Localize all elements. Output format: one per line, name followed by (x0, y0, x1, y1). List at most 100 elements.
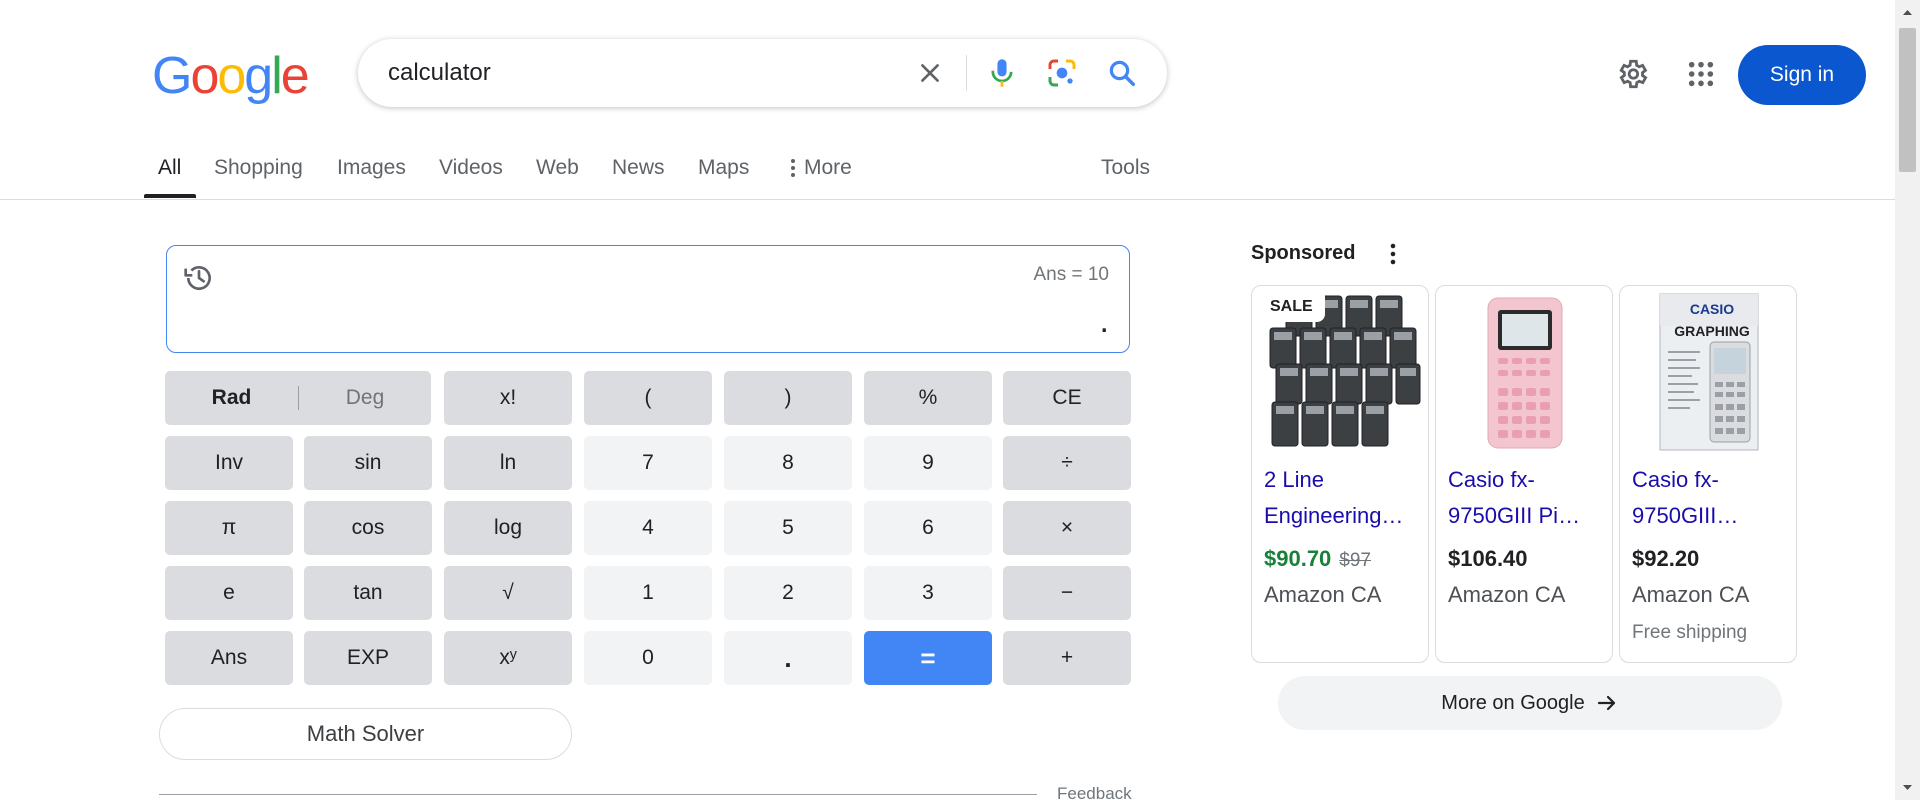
product-title[interactable]: 2 Line Engineering… (1264, 462, 1424, 534)
feedback-link[interactable]: Feedback (1057, 784, 1132, 800)
previous-answer: Ans = 10 (1033, 264, 1109, 285)
sale-badge: SALE (1258, 292, 1325, 322)
lens-camera-icon[interactable] (1042, 53, 1082, 93)
tab-shopping[interactable]: Shopping (214, 156, 303, 180)
decimal-point-key[interactable]: . (724, 631, 852, 685)
original-price: $97 (1339, 550, 1371, 571)
digit-8-key[interactable]: 8 (724, 436, 852, 490)
tab-videos[interactable]: Videos (439, 156, 503, 180)
cos-key[interactable]: cos (304, 501, 432, 555)
tab-all[interactable]: All (158, 156, 181, 180)
digit-1-key[interactable]: 1 (584, 566, 712, 620)
logo-letter: o (190, 47, 219, 105)
ln-key[interactable]: ln (444, 436, 572, 490)
close-paren-key[interactable]: ) (724, 371, 852, 425)
product-store: Amazon CA (1448, 582, 1566, 607)
answer-key[interactable]: Ans (165, 631, 293, 685)
scroll-up-arrow-icon[interactable] (1902, 8, 1913, 16)
percent-key[interactable]: % (864, 371, 992, 425)
square-root-key[interactable]: √ (444, 566, 572, 620)
multiply-key[interactable]: × (1003, 501, 1131, 555)
divide-key[interactable]: ÷ (1003, 436, 1131, 490)
logo-letter: e (280, 47, 310, 105)
tools-button[interactable]: Tools (1101, 156, 1150, 180)
equals-key[interactable]: = (864, 631, 992, 685)
digit-9-key[interactable]: 9 (864, 436, 992, 490)
product-price: $92.20 (1632, 546, 1700, 571)
apps-grid-icon[interactable] (1681, 54, 1721, 94)
digit-6-key[interactable]: 6 (864, 501, 992, 555)
section-divider (159, 794, 1037, 795)
calculator-result: . (1099, 302, 1109, 340)
digit-2-key[interactable]: 2 (724, 566, 852, 620)
tab-more-label: More (804, 156, 852, 179)
product-title[interactable]: Casio fx-9750GIII Pi… (1448, 462, 1608, 534)
product-store: Amazon CA (1264, 582, 1382, 607)
search-input[interactable]: calculator (388, 39, 491, 107)
power-key[interactable]: xʸ (444, 631, 572, 685)
product-image[interactable]: CASIO GRAPHING (1626, 292, 1790, 452)
math-solver-button[interactable]: Math Solver (159, 708, 572, 760)
exponent-key[interactable]: EXP (304, 631, 432, 685)
calculator-display[interactable]: Ans = 10 . (166, 245, 1130, 353)
google-logo[interactable]: Google (152, 47, 310, 105)
rad-deg-toggle[interactable]: Rad Deg (165, 371, 431, 425)
pi-key[interactable]: π (165, 501, 293, 555)
product-title[interactable]: Casio fx-9750GIII… (1632, 462, 1792, 534)
factorial-key[interactable]: x! (444, 371, 572, 425)
sale-price: $90.70 (1264, 546, 1332, 571)
logo-letter: l (271, 47, 282, 105)
product-card[interactable]: Casio fx-9750GIII Pi… $106.40 Amazon CA (1435, 285, 1613, 663)
log-key[interactable]: log (444, 501, 572, 555)
product-price: $106.40 (1448, 546, 1528, 571)
inverse-key[interactable]: Inv (165, 436, 293, 490)
more-vertical-icon (791, 159, 795, 177)
open-paren-key[interactable]: ( (584, 371, 712, 425)
e-key[interactable]: e (165, 566, 293, 620)
digit-4-key[interactable]: 4 (584, 501, 712, 555)
page: Google calculator Sign in All Shopping I… (0, 0, 1920, 800)
more-on-google-button[interactable]: More on Google (1278, 676, 1782, 730)
product-box-text: GRAPHING (1674, 323, 1750, 339)
scrollbar-thumb[interactable] (1899, 28, 1916, 172)
logo-letter: o (217, 47, 246, 105)
tab-web[interactable]: Web (536, 156, 579, 180)
tab-more[interactable]: More (790, 156, 852, 180)
subtract-key[interactable]: − (1003, 566, 1131, 620)
digit-5-key[interactable]: 5 (724, 501, 852, 555)
more-on-google-label: More on Google (1441, 691, 1585, 714)
tab-images[interactable]: Images (337, 156, 406, 180)
product-image[interactable] (1442, 292, 1606, 452)
active-tab-indicator (144, 194, 196, 198)
digit-7-key[interactable]: 7 (584, 436, 712, 490)
sin-key[interactable]: sin (304, 436, 432, 490)
digit-3-key[interactable]: 3 (864, 566, 992, 620)
clear-icon[interactable] (910, 53, 950, 93)
product-price: $90.70 $97 (1264, 546, 1371, 572)
scroll-down-arrow-icon[interactable] (1902, 784, 1913, 792)
tab-news[interactable]: News (612, 156, 665, 180)
product-box-brand: CASIO (1690, 301, 1734, 317)
settings-gear-icon[interactable] (1612, 54, 1652, 94)
sponsored-label: Sponsored (1251, 242, 1356, 264)
deg-option[interactable]: Deg (299, 371, 431, 425)
product-card[interactable]: CASIO GRAPHING Casio fx-9750GIII… $92.20… (1619, 285, 1797, 663)
product-card[interactable]: SALE 2 Line Engineering… $90.70 $97 Amazo (1251, 285, 1429, 663)
product-store: Amazon CA (1632, 582, 1750, 607)
search-divider (966, 55, 967, 91)
more-options-icon[interactable] (1383, 240, 1403, 268)
clear-entry-key[interactable]: CE (1003, 371, 1131, 425)
search-box[interactable]: calculator (358, 39, 1167, 107)
history-icon[interactable] (183, 262, 215, 294)
logo-letter: g (244, 47, 273, 105)
digit-0-key[interactable]: 0 (584, 631, 712, 685)
add-key[interactable]: + (1003, 631, 1131, 685)
sign-in-button[interactable]: Sign in (1738, 45, 1866, 105)
search-icon[interactable] (1102, 53, 1142, 93)
microphone-icon[interactable] (982, 53, 1022, 93)
rad-option[interactable]: Rad (165, 371, 298, 425)
tab-maps[interactable]: Maps (698, 156, 749, 180)
shipping-info: Free shipping (1632, 622, 1748, 643)
tan-key[interactable]: tan (304, 566, 432, 620)
search-tabs: All Shopping Images Videos Web News Maps… (0, 150, 1895, 200)
